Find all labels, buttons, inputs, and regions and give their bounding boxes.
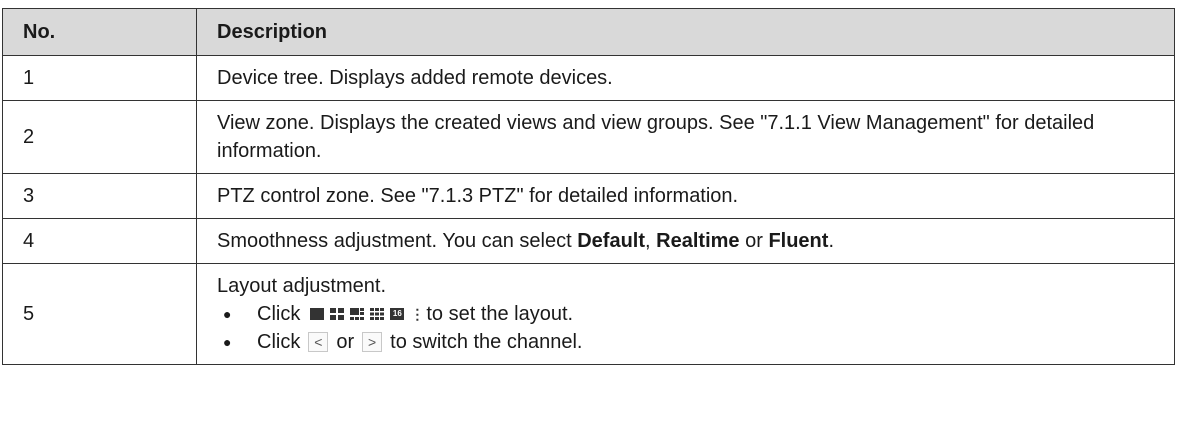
- more-icon[interactable]: ⋮: [410, 307, 424, 321]
- four-view-icon[interactable]: [330, 308, 345, 320]
- clipped-caption: [0, 0, 1180, 8]
- header-no: No.: [2, 8, 197, 56]
- chevron-right-icon[interactable]: >: [362, 332, 383, 352]
- row-number: 4: [2, 218, 197, 264]
- row-description: Device tree. Displays added remote devic…: [196, 55, 1175, 101]
- six-view-icon[interactable]: [350, 308, 365, 320]
- table-row: 2 View zone. Displays the created views …: [2, 100, 1175, 174]
- bullet-icon: ●: [223, 334, 232, 350]
- sixteen-view-icon[interactable]: 16: [390, 308, 405, 320]
- single-view-icon[interactable]: [310, 308, 325, 320]
- table-row: 4 Smoothness adjustment. You can select …: [2, 218, 1175, 264]
- chevron-left-icon[interactable]: <: [308, 332, 329, 352]
- or-text: or: [336, 331, 355, 353]
- row-description: Layout adjustment. ● Click 16 ⋮ to set t…: [196, 263, 1175, 365]
- row-description: PTZ control zone. See "7.1.3 PTZ" for de…: [196, 173, 1175, 219]
- separator: or: [739, 230, 769, 252]
- description-table: No. Description 1 Device tree. Displays …: [2, 8, 1175, 365]
- row-number: 5: [2, 263, 197, 365]
- bullet-icon: ●: [223, 306, 232, 322]
- click-text: Click: [257, 303, 301, 325]
- row-description: Smoothness adjustment. You can select De…: [196, 218, 1175, 264]
- option-realtime: Realtime: [656, 230, 740, 252]
- layout-icons: 16 ⋮: [310, 307, 424, 321]
- switch-channel-text: to switch the channel.: [390, 331, 583, 353]
- layout-title: Layout adjustment.: [217, 275, 386, 297]
- bullet-item-layout: ● Click 16 ⋮ to set the layout.: [217, 300, 1164, 328]
- row-number: 1: [2, 55, 197, 101]
- option-fluent: Fluent: [768, 230, 829, 252]
- row-description: View zone. Displays the created views an…: [196, 100, 1175, 174]
- row-number: 2: [2, 100, 197, 174]
- separator: ,: [645, 230, 657, 252]
- bullet-item-channel: ● Click < or > to switch the channel.: [217, 328, 1164, 356]
- set-layout-text: to set the layout.: [426, 303, 574, 325]
- table-row: 1 Device tree. Displays added remote dev…: [2, 55, 1175, 101]
- smoothness-text: Smoothness adjustment. You can select: [217, 230, 578, 252]
- table-header-row: No. Description: [2, 8, 1175, 56]
- table-row: 3 PTZ control zone. See "7.1.3 PTZ" for …: [2, 173, 1175, 219]
- row-number: 3: [2, 173, 197, 219]
- nine-view-icon[interactable]: [370, 308, 385, 320]
- header-description: Description: [196, 8, 1175, 56]
- click-text: Click: [257, 331, 301, 353]
- table-row: 5 Layout adjustment. ● Click 16 ⋮ to set…: [2, 263, 1175, 365]
- option-default: Default: [577, 230, 646, 252]
- period: .: [828, 230, 834, 252]
